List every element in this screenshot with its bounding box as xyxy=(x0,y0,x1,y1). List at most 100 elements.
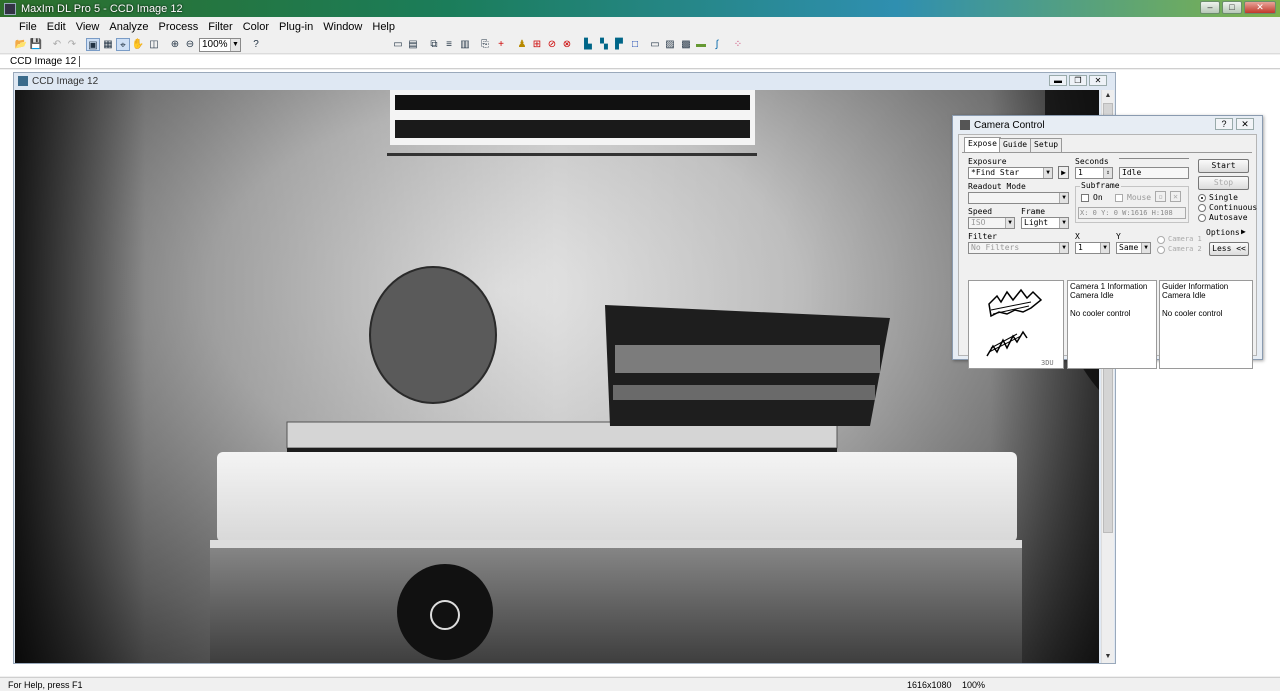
menu-plugin[interactable]: Plug-in xyxy=(274,21,318,33)
options-label[interactable]: Options xyxy=(1206,228,1240,237)
info-window-icon[interactable]: ▦ xyxy=(101,38,115,51)
screen-stretch-icon[interactable]: ▣ xyxy=(86,38,100,51)
options-arrow-icon[interactable]: ▶ xyxy=(1241,225,1250,238)
child-minimize-button[interactable]: ▬ xyxy=(1049,75,1067,86)
zoom-select[interactable]: 100% ▼ xyxy=(199,38,241,52)
menu-help[interactable]: Help xyxy=(367,21,400,33)
menu-analyze[interactable]: Analyze xyxy=(104,21,153,33)
child-close-button[interactable]: ✕ xyxy=(1089,75,1107,86)
camera1-info-title: Camera 1 Information xyxy=(1070,282,1148,291)
zoom-out-icon[interactable]: ⊖ xyxy=(183,38,197,51)
play-arrow-icon[interactable]: ▶ xyxy=(1058,166,1069,179)
seconds-input[interactable]: 1 ⇕ xyxy=(1075,167,1113,179)
stop-circle-icon[interactable]: ⊗ xyxy=(560,38,574,51)
image-doc-icon xyxy=(18,76,28,86)
tab-setup[interactable]: Setup xyxy=(1030,138,1063,152)
redo-icon[interactable]: ↷ xyxy=(65,38,79,51)
single-radio[interactable] xyxy=(1198,194,1206,202)
tab-guide[interactable]: Guide xyxy=(999,138,1032,152)
subframe-on-checkbox[interactable] xyxy=(1081,194,1089,202)
menu-window[interactable]: Window xyxy=(318,21,367,33)
telescope-icon[interactable]: ♟ xyxy=(515,38,529,51)
help-button[interactable]: ? xyxy=(1215,118,1233,130)
maximize-button[interactable]: □ xyxy=(1222,1,1242,14)
camera-icon[interactable]: ◫ xyxy=(147,38,161,51)
menu-file[interactable]: File xyxy=(14,21,42,33)
grid-icon[interactable]: ⊞ xyxy=(530,38,544,51)
pan-hand-icon[interactable]: ✋ xyxy=(131,38,145,51)
frame-select[interactable]: Light ▼ xyxy=(1021,217,1069,229)
square-icon[interactable]: □ xyxy=(628,38,642,51)
scroll-up-icon[interactable]: ▲ xyxy=(1102,90,1114,102)
curve-icon[interactable]: ∫ xyxy=(710,38,724,51)
copy-icon[interactable]: ⎘ xyxy=(478,38,492,51)
tab-expose[interactable]: Expose xyxy=(964,137,1001,152)
remote-icon[interactable]: ⁘ xyxy=(731,38,745,51)
layers-icon[interactable]: ▛ xyxy=(612,38,626,51)
scroll-down-icon[interactable]: ▼ xyxy=(1102,651,1114,663)
status-bar: For Help, press F1 1616x1080 100% xyxy=(0,677,1280,691)
chevron-down-icon: ▼ xyxy=(1043,168,1052,178)
app-icon xyxy=(4,2,16,15)
no-entry-icon[interactable]: ⊘ xyxy=(545,38,559,51)
undo-icon[interactable]: ↶ xyxy=(50,38,64,51)
open-icon[interactable]: 📂 xyxy=(14,38,28,51)
plus-icon[interactable]: + xyxy=(494,38,508,51)
duplicate-icon[interactable]: ⧉ xyxy=(427,38,441,51)
dialog-close-button[interactable]: ✕ xyxy=(1236,118,1254,130)
ruler-icon[interactable]: ▬ xyxy=(694,38,708,51)
thumbnail-icon[interactable]: ▩ xyxy=(679,38,693,51)
readout-select[interactable]: ▼ xyxy=(968,192,1069,204)
subframe-clear-icon[interactable]: ✕ xyxy=(1170,191,1181,202)
ccd-photo xyxy=(15,90,1099,663)
exposure-select[interactable]: *Find Star ▼ xyxy=(968,167,1053,179)
on-label: On xyxy=(1093,193,1103,202)
close-button[interactable]: ✕ xyxy=(1244,1,1276,14)
minimize-button[interactable]: – xyxy=(1200,1,1220,14)
guider-info-cooler: No cooler control xyxy=(1162,309,1223,318)
autosave-radio[interactable] xyxy=(1198,214,1206,222)
graph-icon[interactable]: ▥ xyxy=(458,38,472,51)
filter-label: Filter xyxy=(968,232,997,241)
mouse-checkbox[interactable] xyxy=(1115,194,1123,202)
bin-x-select[interactable]: 1 ▼ xyxy=(1075,242,1110,254)
bar-chart-icon[interactable]: ▙ xyxy=(581,38,595,51)
less-button[interactable]: Less << xyxy=(1209,242,1249,256)
image-info-icon[interactable]: ▭ xyxy=(391,38,405,51)
status-underline xyxy=(1119,158,1189,159)
histogram-icon[interactable]: ≡ xyxy=(442,38,456,51)
speed-select[interactable]: ISO ▼ xyxy=(968,217,1015,229)
chevron-down-icon: ▼ xyxy=(1059,243,1068,253)
start-button[interactable]: Start xyxy=(1198,159,1249,173)
frame-icon[interactable]: ▭ xyxy=(648,38,662,51)
stack-icon[interactable]: ▤ xyxy=(406,38,420,51)
menu-color[interactable]: Color xyxy=(238,21,274,33)
camera1-radio[interactable] xyxy=(1157,236,1165,244)
bin-y-select[interactable]: Same ▼ xyxy=(1116,242,1151,254)
filter-select[interactable]: No Filters ▼ xyxy=(968,242,1069,254)
zoom-in-icon[interactable]: ⊕ xyxy=(168,38,182,51)
bin-x-value: 1 xyxy=(1078,243,1083,252)
guider-info-panel: Guider Information Camera Idle No cooler… xyxy=(1159,280,1253,369)
save-icon[interactable]: 💾 xyxy=(29,38,43,51)
menu-process[interactable]: Process xyxy=(154,21,204,33)
status-zoom: 100% xyxy=(962,680,986,690)
camera2-radio[interactable] xyxy=(1157,246,1165,254)
context-help-icon[interactable]: ? xyxy=(249,38,263,51)
crosshair-icon[interactable]: ⌖ xyxy=(116,38,130,51)
maxim-logo-icon xyxy=(986,288,1043,357)
picture-icon[interactable]: ▨ xyxy=(663,38,677,51)
menu-edit[interactable]: Edit xyxy=(42,21,71,33)
child-restore-button[interactable]: ❐ xyxy=(1069,75,1087,86)
image-window[interactable]: CCD Image 12 ▬ ❐ ✕ ▲ ▼ xyxy=(13,72,1116,664)
align-icon[interactable]: ▚ xyxy=(597,38,611,51)
stop-button[interactable]: Stop xyxy=(1198,176,1249,190)
continuous-radio[interactable] xyxy=(1198,204,1206,212)
menu-view[interactable]: View xyxy=(71,21,105,33)
ccd-image-canvas[interactable] xyxy=(15,90,1099,663)
speed-value: ISO xyxy=(971,218,986,227)
subframe-full-icon[interactable]: ▫ xyxy=(1155,191,1166,202)
camera-control-dialog[interactable]: Camera Control ? ✕ Expose Guide Setup Ex… xyxy=(952,115,1263,369)
menu-filter[interactable]: Filter xyxy=(203,21,237,33)
tab-ccd-image-12[interactable]: CCD Image 12 xyxy=(10,56,81,67)
